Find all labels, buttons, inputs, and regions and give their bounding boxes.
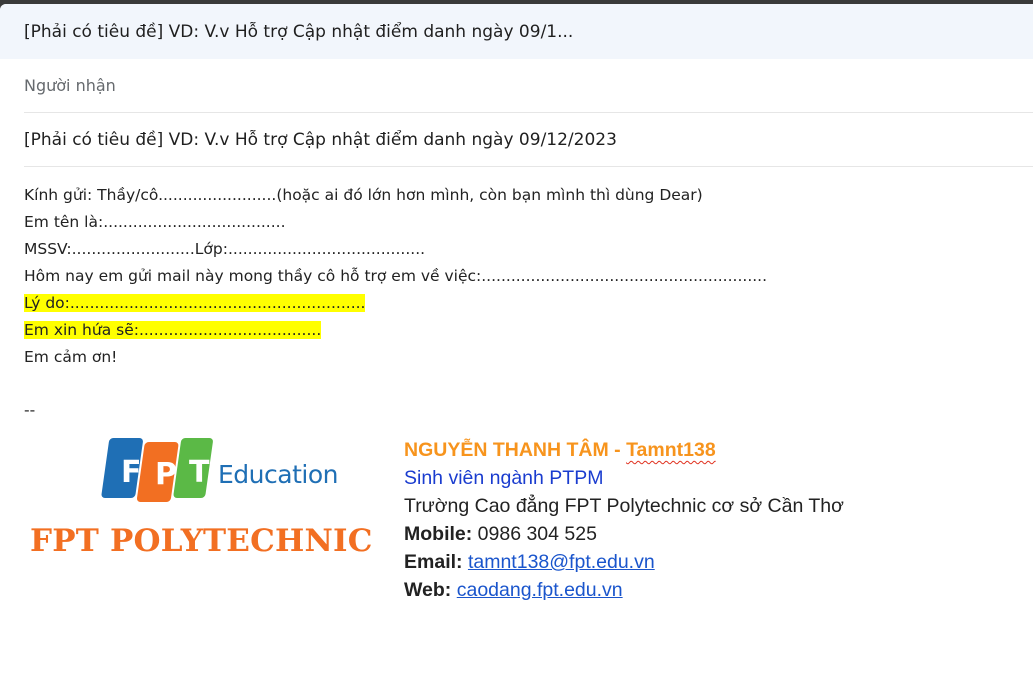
signature-separator: -- [24, 401, 36, 419]
web-link[interactable]: caodang.fpt.edu.vn [457, 579, 623, 601]
logo-polytechnic-text: FPT POLYTECHNIC [30, 523, 373, 559]
signature-name: NGUYỄN THANH TÂM - Tamnt138 [404, 436, 844, 464]
email-signature: F P T Education FPT POLYTECHNIC NGUYỄN T… [24, 432, 1024, 632]
mobile-label: Mobile: [404, 523, 473, 545]
signature-web: Web: caodang.fpt.edu.vn [404, 576, 844, 604]
signature-mobile: Mobile: 0986 304 525 [404, 520, 844, 548]
signature-username: Tamnt138 [626, 439, 716, 461]
email-label: Email: [404, 551, 463, 573]
compose-title-bar[interactable]: [Phải có tiêu đề] VD: V.v Hỗ trợ Cập nhậ… [0, 4, 1033, 59]
signature-name-prefix: NGUYỄN THANH TÂM - [404, 439, 627, 461]
subject-text[interactable]: [Phải có tiêu đề] VD: V.v Hỗ trợ Cập nhậ… [24, 130, 617, 150]
recipients-field[interactable]: Người nhận [24, 59, 1033, 113]
fpt-letter-t: T [189, 455, 210, 490]
promise-line: Em xin hứa sẽ:..........................… [24, 321, 322, 339]
compose-title: [Phải có tiêu đề] VD: V.v Hỗ trợ Cập nhậ… [24, 21, 574, 42]
compose-window: [Phải có tiêu đề] VD: V.v Hỗ trợ Cập nhậ… [0, 4, 1033, 675]
mobile-value: 0986 304 525 [472, 523, 597, 545]
request-line: Hôm nay em gửi mail này mong thầy cô hỗ … [24, 267, 768, 285]
email-link[interactable]: tamnt138@fpt.edu.vn [468, 551, 655, 573]
signature-details: NGUYỄN THANH TÂM - Tamnt138 Sinh viên ng… [404, 436, 844, 604]
mssv-line: MSSV:.........................Lớp:......… [24, 240, 426, 258]
thanks-line: Em cảm ơn! [24, 348, 118, 366]
signature-email: Email: tamnt138@fpt.edu.vn [404, 548, 844, 576]
signature-role: Sinh viên ngành PTPM [404, 467, 604, 489]
fpt-letter-p: P [155, 457, 177, 492]
fpt-letter-f: F [121, 455, 142, 490]
fpt-polytechnic-logo: F P T Education FPT POLYTECHNIC [24, 432, 394, 572]
fpt-logo-icon: F P T [101, 438, 213, 502]
greeting-line: Kính gửi: Thầy/cô.......................… [24, 186, 703, 204]
signature-school: Trường Cao đẳng FPT Polytechnic cơ sở Cầ… [404, 495, 844, 517]
name-line: Em tên là:..............................… [24, 213, 286, 231]
reason-line: Lý do:..................................… [24, 294, 366, 312]
web-label: Web: [404, 579, 452, 601]
message-body[interactable]: Kính gửi: Thầy/cô.......................… [24, 182, 1033, 424]
logo-education-text: Education [218, 460, 338, 489]
recipients-placeholder: Người nhận [24, 76, 116, 95]
subject-field[interactable]: [Phải có tiêu đề] VD: V.v Hỗ trợ Cập nhậ… [24, 113, 1033, 167]
